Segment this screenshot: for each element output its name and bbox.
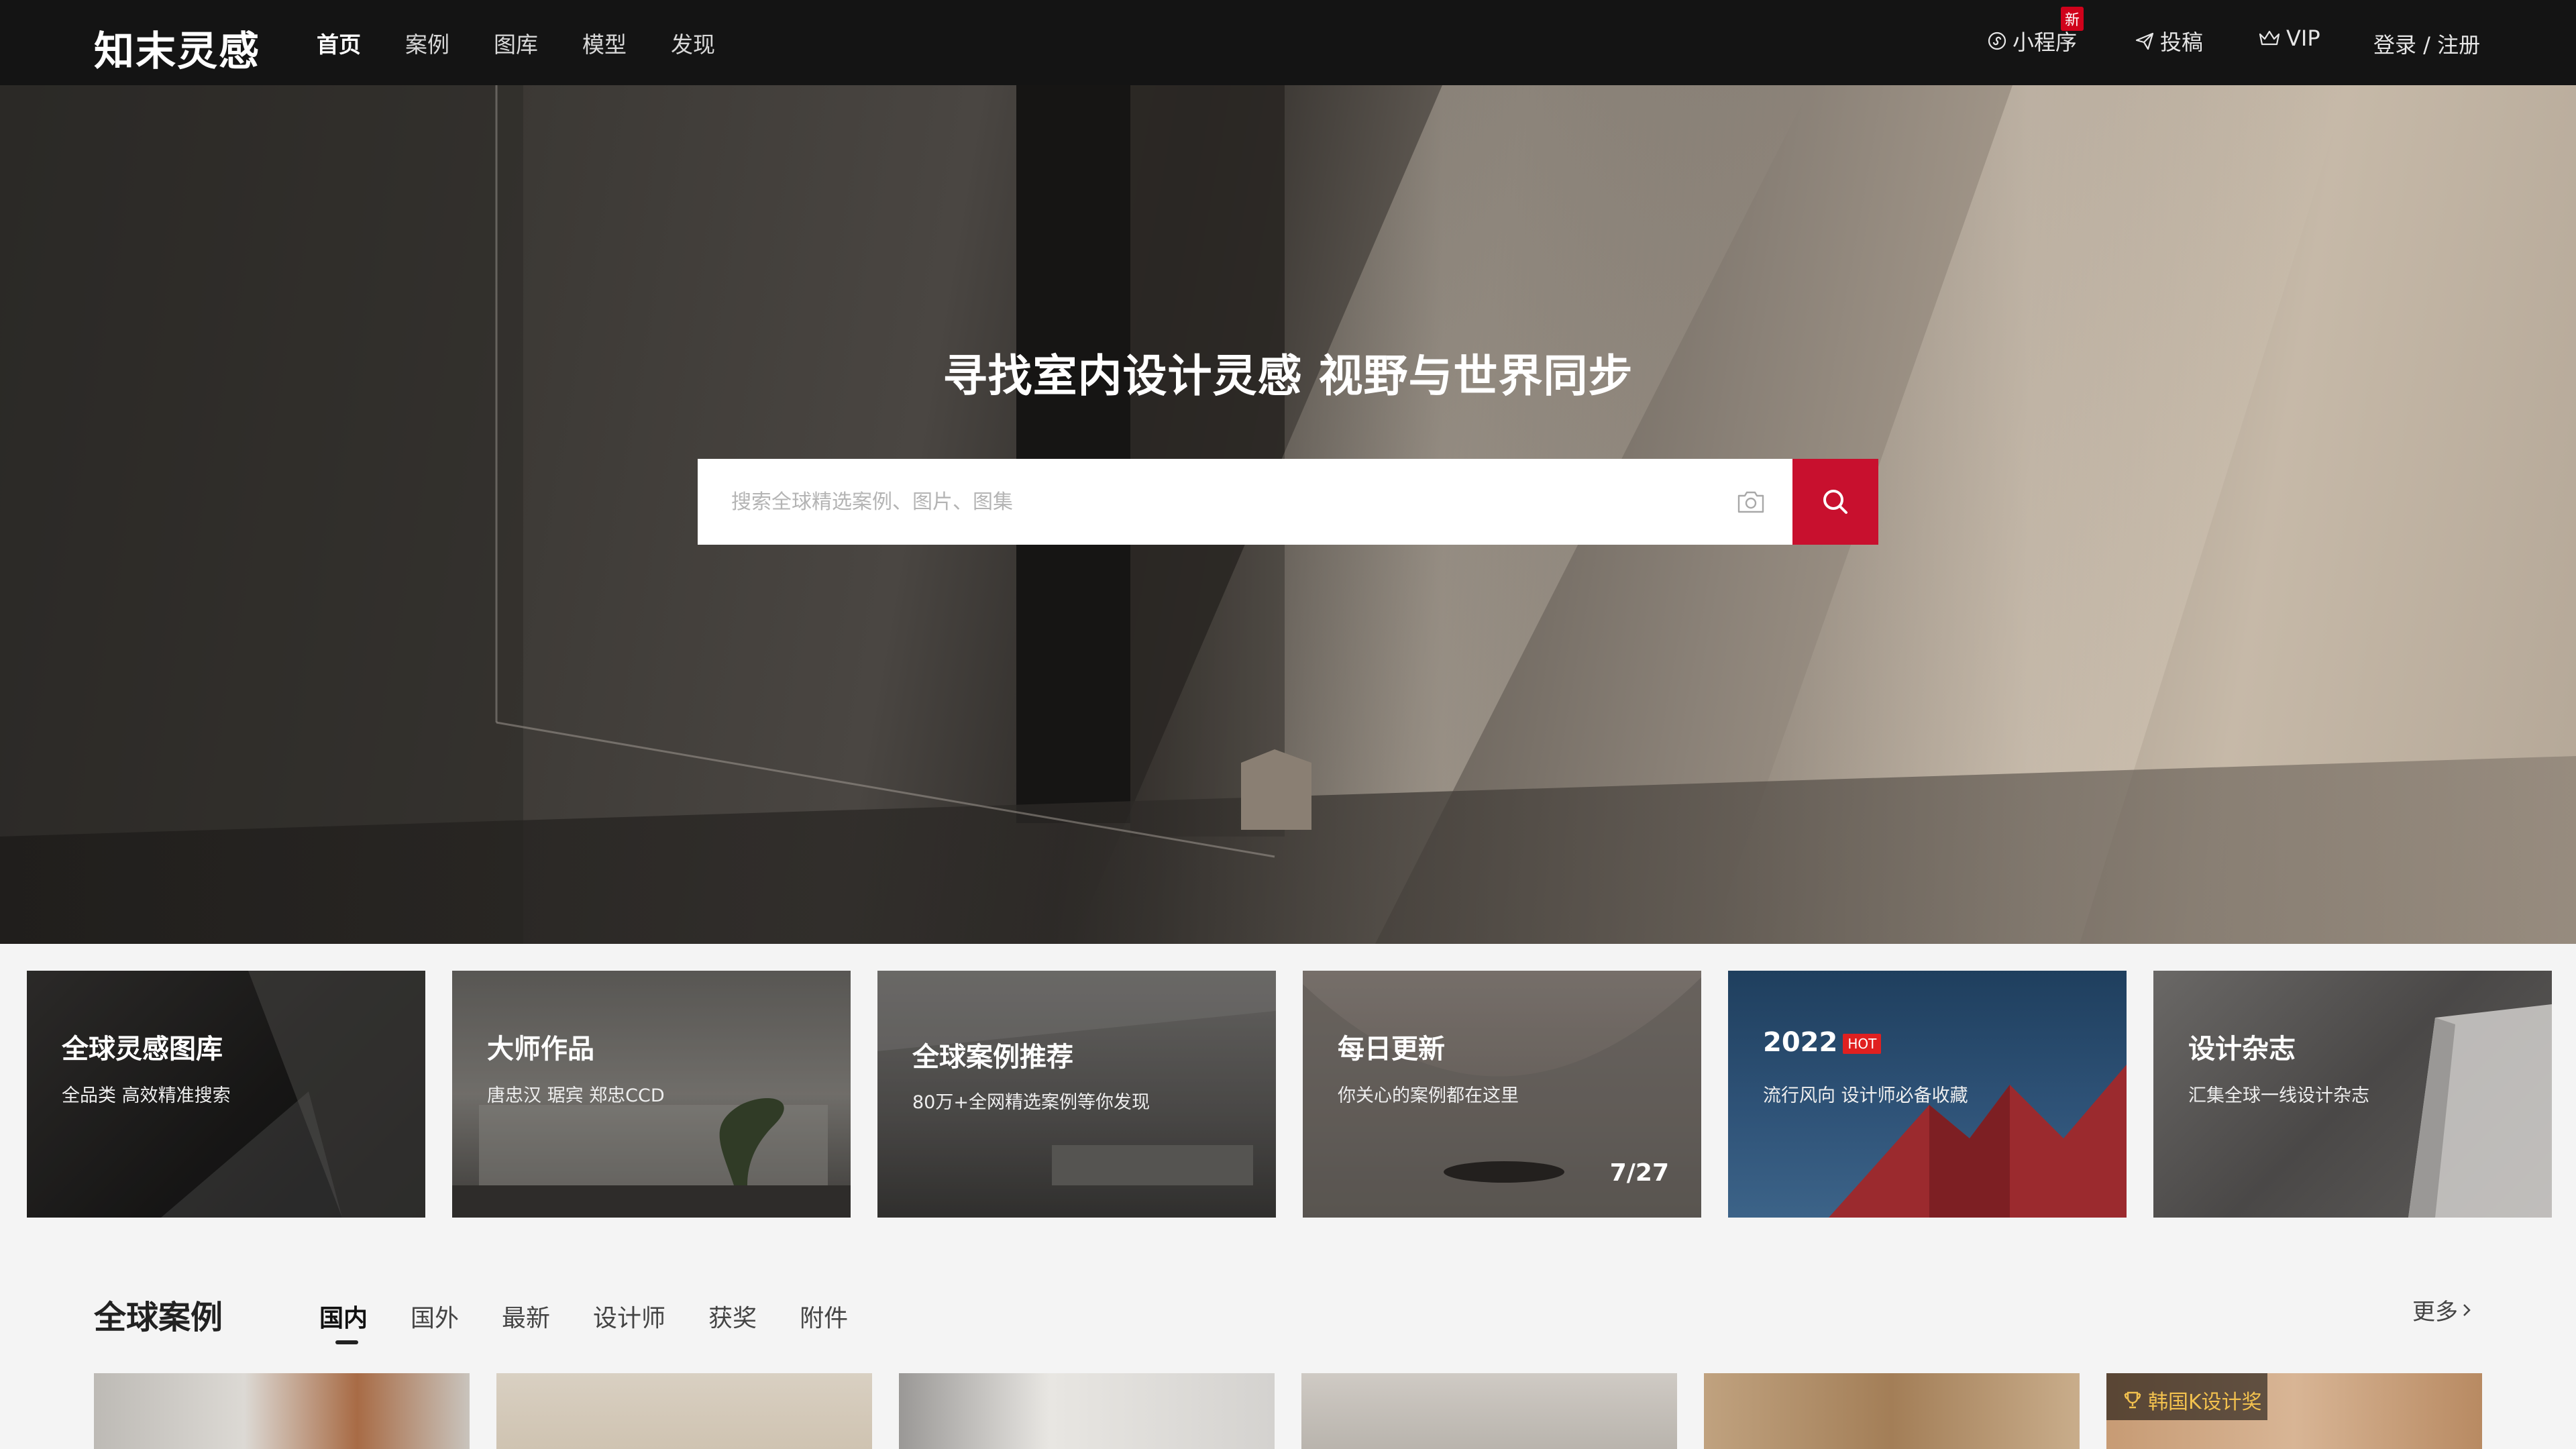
- card-title: 大师作品: [487, 1034, 594, 1065]
- camera-icon: [1737, 491, 1764, 513]
- hero-banner: 寻找室内设计灵感 视野与世界同步: [0, 85, 2576, 944]
- chevron-right-icon: [2463, 1303, 2471, 1316]
- card-title: 每日更新: [1338, 1034, 1445, 1065]
- card-daily-update[interactable]: 每日更新 你关心的案例都在这里 7/27: [1303, 971, 1701, 1218]
- case-thumbnail[interactable]: [496, 1373, 872, 1449]
- case-thumbnail[interactable]: [94, 1373, 470, 1449]
- search-bar: [698, 459, 1792, 545]
- tab-latest[interactable]: 最新: [502, 1299, 550, 1334]
- hot-badge: HOT: [1843, 1034, 1882, 1054]
- more-label: 更多: [2412, 1299, 2458, 1326]
- trophy-icon: [2124, 1391, 2141, 1409]
- award-badge: 韩国K设计奖: [2123, 1385, 2262, 1415]
- card-subtitle: 汇集全球一线设计杂志: [2188, 1085, 2369, 1106]
- card-title: 全球案例推荐: [912, 1042, 1073, 1073]
- card-subtitle: 80万+全网精选案例等你发现: [912, 1092, 1150, 1113]
- award-label: 韩国K设计奖: [2148, 1391, 2262, 1414]
- more-link[interactable]: 更多: [2412, 1293, 2475, 1326]
- section-tabs: 国内 国外 最新 设计师 获奖 附件: [319, 1299, 891, 1344]
- case-thumbnail[interactable]: [1704, 1373, 2080, 1449]
- section-title: 全球案例: [94, 1299, 223, 1336]
- card-title: 全球灵感图库: [62, 1034, 223, 1065]
- crown-icon: [2259, 30, 2280, 46]
- case-thumbnails: 韩国K设计奖: [0, 1373, 2576, 1449]
- image-search-button[interactable]: [1736, 488, 1766, 518]
- submit-label: 投稿: [2160, 30, 2204, 55]
- login-register-link[interactable]: 登录 / 注册: [2373, 28, 2480, 59]
- feature-cards: 全球灵感图库 全品类 高效精准搜索 大师作品 唐忠汉 琚宾 郑忠CCD 全球案例…: [0, 971, 2576, 1219]
- case-thumbnail[interactable]: [1301, 1373, 1677, 1449]
- mini-program-icon: [1988, 32, 2006, 50]
- search-icon: [1823, 490, 1847, 514]
- submit-link[interactable]: 投稿: [2135, 25, 2203, 56]
- card-case-recommend[interactable]: 全球案例推荐 80万+全网精选案例等你发现: [877, 971, 1276, 1218]
- tab-international[interactable]: 国外: [411, 1299, 459, 1334]
- tab-domestic[interactable]: 国内: [319, 1299, 368, 1344]
- search-input[interactable]: [698, 459, 1717, 545]
- tab-designers[interactable]: 设计师: [593, 1299, 665, 1334]
- card-subtitle: 全品类 高效精准搜索: [62, 1085, 231, 1106]
- card-design-magazine[interactable]: 设计杂志 汇集全球一线设计杂志: [2153, 971, 2552, 1218]
- right-nav: 小程序 新 投稿 VIP 登录 / 注册: [0, 0, 2576, 85]
- top-navigation-bar: 知末灵感 首页 案例 图库 模型 发现 小程序 新 投稿 VIP 登录 / 注册: [0, 0, 2576, 85]
- search-button[interactable]: [1792, 459, 1878, 545]
- hero-title: 寻找室内设计灵感 视野与世界同步: [943, 350, 1633, 402]
- case-thumbnail[interactable]: 韩国K设计奖: [2106, 1373, 2482, 1449]
- card-subtitle: 流行风向 设计师必备收藏: [1763, 1085, 1968, 1106]
- card-global-gallery[interactable]: 全球灵感图库 全品类 高效精准搜索: [27, 971, 425, 1218]
- new-badge: 新: [2061, 7, 2084, 31]
- case-thumbnail[interactable]: [899, 1373, 1275, 1449]
- vip-link[interactable]: VIP: [2258, 25, 2320, 51]
- card-subtitle: 唐忠汉 琚宾 郑忠CCD: [487, 1085, 665, 1106]
- paper-plane-icon: [2135, 32, 2154, 50]
- card-trend-2022[interactable]: 2022 HOT 流行风向 设计师必备收藏: [1728, 971, 2127, 1218]
- card-master-works[interactable]: 大师作品 唐忠汉 琚宾 郑忠CCD: [452, 971, 851, 1218]
- update-date: 7/27: [1609, 1159, 1669, 1187]
- card-title: 2022 HOT: [1763, 1027, 1882, 1058]
- tab-awards[interactable]: 获奖: [708, 1299, 757, 1334]
- card-subtitle: 你关心的案例都在这里: [1338, 1085, 1519, 1106]
- card-title-year: 2022: [1763, 1027, 1838, 1058]
- vip-label: VIP: [2286, 25, 2320, 51]
- card-title: 设计杂志: [2188, 1034, 2296, 1065]
- tab-attachments[interactable]: 附件: [800, 1299, 848, 1334]
